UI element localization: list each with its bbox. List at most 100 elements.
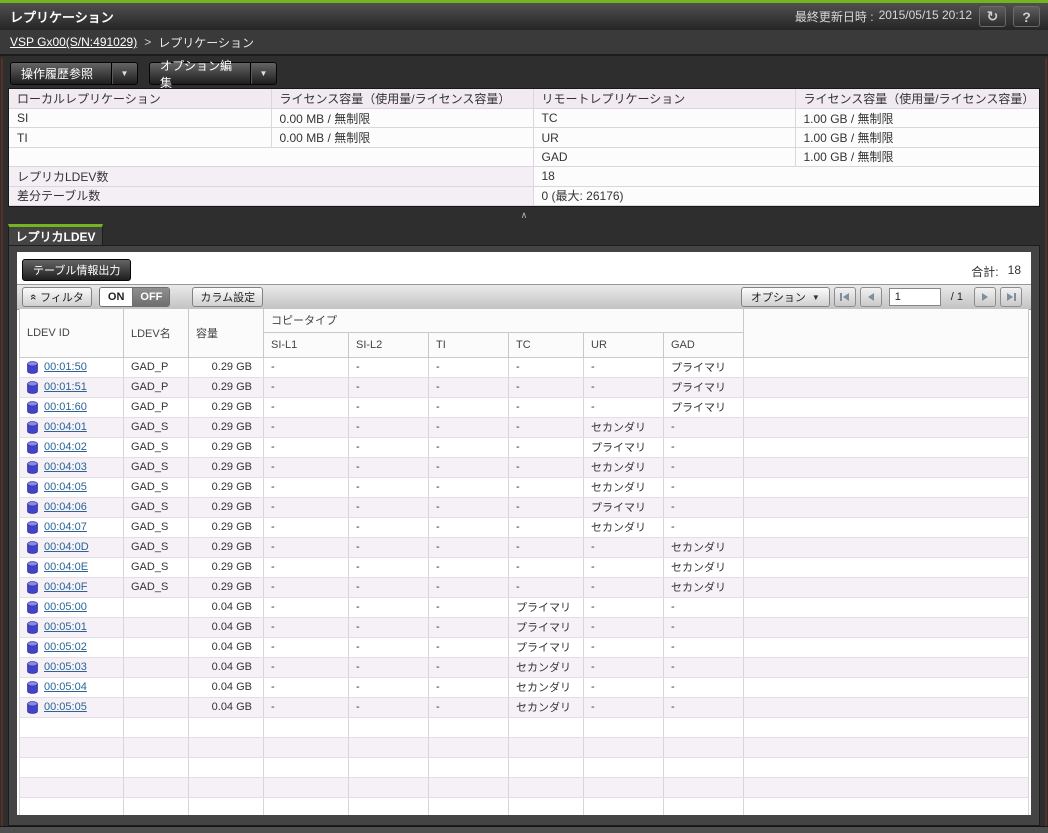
spacer-cell	[743, 557, 1029, 578]
spacer-cell	[743, 497, 1029, 518]
ldev-name-cell: GAD_S	[123, 577, 189, 598]
ldev-id-link[interactable]: 00:05:02	[44, 641, 87, 653]
tab-replica-ldev[interactable]: レプリカLDEV	[8, 224, 103, 245]
ldev-id-link[interactable]: 00:05:01	[44, 621, 87, 633]
capacity-cell: 0.29 GB	[188, 357, 264, 378]
breadcrumb-current: レプリケーション	[158, 35, 254, 50]
ldev-id-link[interactable]: 00:01:50	[44, 361, 87, 373]
filter-off-button[interactable]: OFF	[132, 288, 170, 306]
capacity-cell: 0.04 GB	[188, 677, 264, 698]
ldev-id-link[interactable]: 00:01:60	[44, 401, 87, 413]
column-header-spacer	[743, 309, 1029, 358]
remote-license-header: ライセンス容量（使用量/ライセンス容量）	[795, 89, 1039, 109]
next-page-button[interactable]	[974, 287, 996, 307]
ur-cell: セカンダリ	[583, 417, 664, 438]
column-settings-button[interactable]: カラム設定	[192, 287, 264, 307]
ldev-id-link[interactable]: 00:04:07	[44, 521, 87, 533]
empty-table-row	[19, 777, 1029, 798]
export-table-info-button[interactable]: テーブル情報出力	[22, 259, 132, 281]
ldev-name-cell: GAD_P	[123, 357, 189, 378]
table-row: 00:04:02 GAD_S 0.29 GB - - - - プライマリ -	[19, 437, 1029, 458]
ldev-volume-icon	[27, 360, 38, 374]
replica-ldev-count-value: 18	[533, 166, 1039, 187]
table-row: 00:04:0D GAD_S 0.29 GB - - - - - セカンダリ	[19, 537, 1029, 558]
spacer-cell	[743, 437, 1029, 458]
column-header-capacity: 容量	[188, 309, 264, 358]
ldev-id-link[interactable]: 00:04:06	[44, 501, 87, 513]
summary-collapse-button[interactable]: ∧	[8, 207, 1040, 223]
page-number-input[interactable]	[888, 288, 941, 306]
ldev-id-link[interactable]: 00:04:0D	[44, 541, 89, 553]
breadcrumb-separator: >	[144, 35, 152, 49]
table-row: 00:01:51 GAD_P 0.29 GB - - - - - プライマリ	[19, 377, 1029, 398]
ldev-volume-icon	[27, 520, 38, 534]
remote-row-name: TC	[533, 108, 796, 129]
operation-history-button[interactable]: 操作履歴参照 ▼	[10, 62, 138, 85]
spacer-cell	[743, 417, 1029, 438]
si-l1-cell: -	[263, 517, 349, 538]
chevron-down-icon[interactable]: ▼	[111, 63, 137, 84]
ldev-name-cell: GAD_S	[123, 537, 189, 558]
tab-label: レプリカLDEV	[15, 229, 96, 244]
filter-button[interactable]: « フィルタ	[22, 287, 92, 307]
filter-on-off-switch: ON OFF	[98, 287, 171, 307]
column-header-si-l1: SI-L1	[263, 332, 349, 358]
total-label: 合計:	[971, 265, 999, 279]
si-l2-cell: -	[348, 677, 429, 698]
ldev-id-link[interactable]: 00:05:05	[44, 701, 87, 713]
capacity-cell: 0.29 GB	[188, 537, 264, 558]
local-row-name: TI	[9, 127, 272, 148]
tc-cell: -	[508, 457, 584, 478]
ldev-volume-icon	[27, 540, 38, 554]
diff-table-count-label: 差分テーブル数	[9, 186, 534, 206]
page-title: レプリケーション	[10, 10, 114, 25]
help-button[interactable]: ?	[1013, 6, 1040, 27]
first-page-button[interactable]	[833, 287, 856, 307]
table-row: 00:04:0F GAD_S 0.29 GB - - - - - セカンダリ	[19, 577, 1029, 598]
last-page-button[interactable]	[1000, 287, 1022, 307]
si-l2-cell: -	[348, 517, 429, 538]
ldev-id-link[interactable]: 00:04:01	[44, 421, 87, 433]
spacer-cell	[743, 657, 1029, 678]
breadcrumb-root-link[interactable]: VSP Gx00(S/N:491029)	[10, 35, 137, 49]
frame-right-edge	[1045, 58, 1047, 831]
title-bar: レプリケーション 最終更新日時 : 2015/05/15 20:12 ↻ ?	[0, 0, 1048, 30]
ldev-id-link[interactable]: 00:04:02	[44, 441, 87, 453]
ti-cell: -	[428, 457, 509, 478]
option-button[interactable]: オプション ▼	[740, 287, 830, 307]
replica-ldev-table: LDEV ID LDEV名 容量 コピータイプ SI-L1 SI-L2 TI T…	[19, 309, 1029, 815]
column-settings-label: カラム設定	[200, 292, 256, 304]
tc-cell: -	[508, 357, 584, 378]
si-l1-cell: -	[263, 417, 349, 438]
ldev-id-link[interactable]: 00:05:03	[44, 661, 87, 673]
collapse-arrow-icon: ∧	[520, 209, 528, 220]
si-l2-cell: -	[348, 557, 429, 578]
ldev-id-link[interactable]: 00:04:0E	[44, 561, 88, 573]
ldev-id-link[interactable]: 00:05:00	[44, 601, 87, 613]
ldev-id-link[interactable]: 00:04:03	[44, 461, 87, 473]
tc-cell: -	[508, 437, 584, 458]
filter-on-button[interactable]: ON	[99, 288, 133, 306]
ldev-id-link[interactable]: 00:04:05	[44, 481, 87, 493]
refresh-button[interactable]: ↻	[979, 6, 1006, 27]
edit-options-button[interactable]: オプション編集 ▼	[149, 59, 277, 90]
ldev-volume-icon	[27, 700, 38, 714]
spacer-cell	[743, 397, 1029, 418]
ldev-id-link[interactable]: 00:04:0F	[44, 581, 87, 593]
si-l1-cell: -	[263, 357, 349, 378]
capacity-cell: 0.29 GB	[188, 397, 264, 418]
ldev-id-link[interactable]: 00:05:04	[44, 681, 87, 693]
previous-page-button[interactable]	[859, 287, 882, 307]
ldev-volume-icon	[27, 680, 38, 694]
si-l2-cell: -	[348, 417, 429, 438]
ur-cell: -	[583, 557, 664, 578]
si-l1-cell: -	[263, 477, 349, 498]
gad-cell: プライマリ	[663, 397, 744, 418]
chevron-down-icon[interactable]: ▼	[250, 63, 276, 84]
spacer-cell	[743, 517, 1029, 538]
ti-cell: -	[428, 497, 509, 518]
filter-label: フィルタ	[40, 292, 84, 304]
capacity-cell: 0.29 GB	[188, 497, 264, 518]
capacity-cell: 0.04 GB	[188, 617, 264, 638]
ldev-id-link[interactable]: 00:01:51	[44, 381, 87, 393]
